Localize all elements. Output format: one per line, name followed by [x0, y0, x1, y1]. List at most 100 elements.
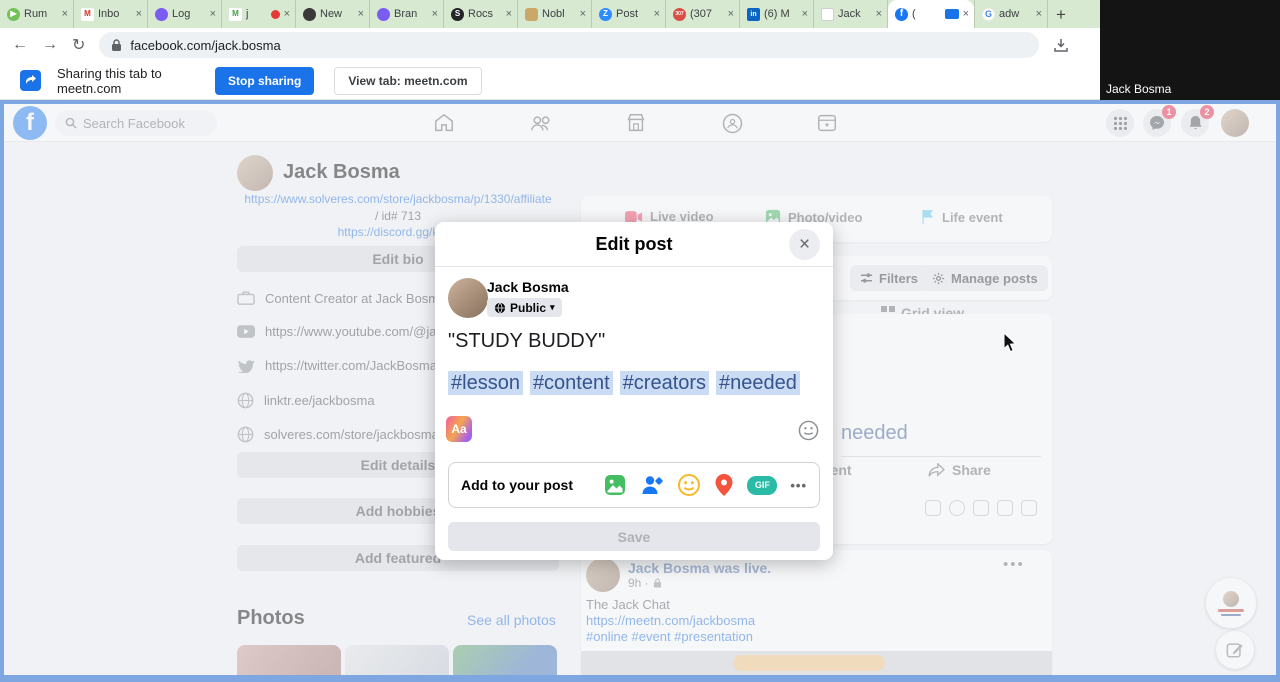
nav-marketplace-icon[interactable] — [622, 110, 650, 136]
life-event-button[interactable]: Life event — [920, 209, 1003, 225]
tab-meetn-recording[interactable]: M j × — [222, 0, 296, 28]
emoji-picker-icon[interactable] — [798, 420, 819, 441]
tab-rumble[interactable]: ▶ Rum × — [0, 0, 74, 28]
tab-facebook-active[interactable]: f ( × — [888, 0, 974, 28]
profile-small-avatar[interactable] — [237, 155, 273, 191]
forward-button[interactable]: → — [42, 36, 58, 54]
close-icon[interactable]: × — [654, 8, 660, 20]
feeling-activity-icon[interactable] — [677, 473, 701, 497]
close-icon[interactable]: × — [62, 8, 68, 20]
check-in-location-icon[interactable] — [714, 473, 734, 497]
tab-307[interactable]: 307 (307 × — [666, 0, 740, 28]
view-tab-button[interactable]: View tab: meetn.com — [334, 66, 482, 95]
emoji-icon[interactable] — [949, 500, 965, 516]
tab-title: (307 — [690, 8, 713, 20]
tab-linkedin[interactable]: in (6) M × — [740, 0, 814, 28]
close-icon[interactable]: × — [284, 8, 290, 20]
close-icon[interactable]: × — [210, 8, 216, 20]
post-text[interactable]: "STUDY BUDDY" — [448, 330, 605, 353]
tab-new[interactable]: New × — [296, 0, 370, 28]
photo-thumbnail[interactable] — [237, 645, 341, 675]
sticker-icon[interactable] — [925, 500, 941, 516]
back-button[interactable]: ← — [12, 36, 28, 54]
profile-name: Jack Bosma — [283, 161, 400, 183]
nav-friends-icon[interactable] — [527, 110, 555, 136]
tab-post[interactable]: Z Post × — [592, 0, 666, 28]
tab-noble[interactable]: Nobl × — [518, 0, 592, 28]
photo-thumbnail[interactable] — [345, 645, 449, 675]
close-icon[interactable]: × — [802, 8, 808, 20]
post-hashtags[interactable]: #online #event #presentation — [586, 629, 753, 644]
author-name: Jack Bosma — [487, 279, 569, 295]
shield-icon — [377, 7, 390, 21]
close-icon[interactable]: × — [728, 8, 734, 20]
search-input[interactable]: Search Facebook — [55, 110, 217, 136]
red-badge-icon: 307 — [673, 7, 686, 21]
privacy-selector[interactable]: Public ▾ — [487, 298, 562, 317]
nav-home-icon[interactable] — [430, 110, 458, 136]
tab-title: (6) M — [764, 8, 790, 20]
tab-title: Rum — [24, 8, 48, 20]
post-hashtag-tail[interactable]: needed — [841, 422, 908, 445]
hashtag[interactable]: #content — [529, 371, 613, 395]
hashtag[interactable]: #creators — [619, 371, 710, 395]
tag-people-icon[interactable] — [640, 473, 664, 497]
tab-login[interactable]: Log × — [148, 0, 222, 28]
download-icon[interactable] — [1053, 37, 1069, 53]
stop-sharing-button[interactable]: Stop sharing — [215, 66, 315, 95]
close-icon[interactable]: × — [358, 8, 364, 20]
compose-fab[interactable] — [1216, 631, 1254, 669]
post-author-title[interactable]: Jack Bosma was live. — [628, 560, 771, 576]
hashtag[interactable]: #lesson — [448, 371, 523, 395]
tab-rocs[interactable]: S Rocs × — [444, 0, 518, 28]
bio-link[interactable]: https://www.solveres.com/store/jackbosma… — [237, 192, 559, 206]
close-icon[interactable]: × — [432, 8, 438, 20]
camera-icon[interactable] — [973, 500, 989, 516]
youtube-icon — [237, 324, 255, 338]
close-button[interactable]: × — [789, 229, 820, 260]
post-link[interactable]: https://meetn.com/jackbosma — [586, 613, 755, 628]
floating-logo-badge[interactable] — [1206, 578, 1256, 628]
reload-button[interactable]: ↻ — [72, 35, 85, 55]
tab-jack[interactable]: Jack × — [814, 0, 888, 28]
gif-button[interactable]: GIF — [747, 475, 778, 495]
post-more-icon[interactable]: ••• — [1003, 556, 1025, 573]
tab-inbox[interactable]: M Inbo × — [74, 0, 148, 28]
new-tab-button[interactable]: + — [1048, 2, 1074, 28]
hashtag[interactable]: #needed — [716, 371, 800, 395]
close-icon[interactable]: × — [876, 8, 882, 20]
profile-avatar[interactable] — [1221, 109, 1249, 137]
post-author-avatar[interactable] — [586, 558, 620, 592]
close-icon[interactable]: × — [136, 8, 142, 20]
gif-icon[interactable] — [997, 500, 1013, 516]
post-hashtags[interactable]: #lesson #content #creators #needed — [448, 371, 807, 395]
photo-thumbnail[interactable] — [453, 645, 557, 675]
close-icon[interactable]: × — [580, 8, 586, 20]
save-button[interactable]: Save — [448, 522, 820, 551]
tab-adwords[interactable]: G adw × — [974, 0, 1048, 28]
nav-groups-icon[interactable] — [718, 110, 746, 136]
notifications-bell-icon[interactable]: 2 — [1181, 105, 1214, 137]
tab-title: Log — [172, 8, 191, 20]
browser-tab-strip: ▶ Rum × M Inbo × Log × M j × New × Bran — [0, 0, 1100, 28]
photo-video-icon[interactable] — [603, 473, 627, 497]
facebook-logo-icon[interactable]: f — [13, 106, 47, 140]
see-all-photos-link[interactable]: See all photos — [467, 612, 556, 628]
url-bar[interactable]: facebook.com/jack.bosma — [99, 32, 1040, 58]
attachment-action-button[interactable] — [733, 655, 885, 671]
close-icon[interactable]: × — [1036, 8, 1042, 20]
close-icon[interactable]: × — [963, 8, 969, 20]
messenger-icon[interactable]: 1 — [1143, 105, 1176, 137]
tab-brand[interactable]: Bran × — [370, 0, 444, 28]
text-style-button[interactable]: Aa — [446, 416, 472, 442]
nav-gaming-icon[interactable] — [813, 110, 841, 136]
sticker-pack-icon[interactable] — [1021, 500, 1037, 516]
manage-posts-button[interactable]: Manage posts — [922, 265, 1048, 291]
share-button[interactable]: Share — [928, 462, 991, 478]
more-options-icon[interactable]: ••• — [790, 478, 807, 493]
close-icon[interactable]: × — [506, 8, 512, 20]
menu-grid-icon[interactable] — [1106, 109, 1134, 137]
filters-button[interactable]: Filters — [850, 265, 929, 291]
gmail-icon: M — [81, 7, 94, 21]
add-to-post-label: Add to your post — [461, 477, 573, 493]
